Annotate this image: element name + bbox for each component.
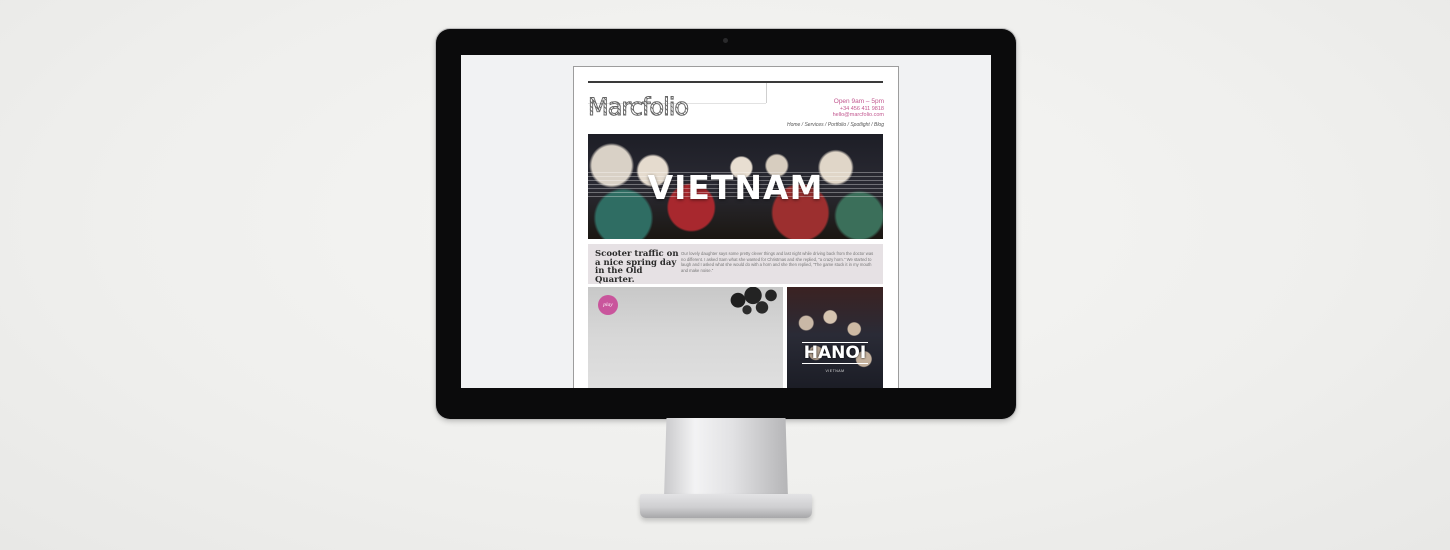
header-divider (766, 83, 767, 103)
hanoi-panel[interactable]: HANOI VIETNAM (787, 287, 883, 388)
caption-title: Scooter traffic on a nice spring day in … (595, 249, 679, 285)
hero-banner[interactable]: VIETNAM (588, 134, 883, 239)
web-page: Marcfolio Open 9am – 5pm +34 456 411 981… (573, 66, 899, 388)
top-rule (588, 81, 883, 83)
main-nav: HomeServicesPortfolioSpotlightBlog (787, 122, 884, 128)
monitor-stand (664, 418, 788, 498)
play-button[interactable]: play (598, 295, 618, 315)
email-link[interactable]: hello@marcfolio.com (833, 112, 884, 119)
nav-spotlight[interactable]: Spotlight (846, 122, 870, 128)
contact-info: Open 9am – 5pm +34 456 411 9818 hello@ma… (833, 98, 884, 119)
site-logo[interactable]: Marcfolio (588, 93, 690, 122)
hero-title: VIETNAM (647, 168, 824, 207)
opening-hours: Open 9am – 5pm (833, 98, 884, 105)
caption-body: Our lovely daughter says some pretty cle… (681, 251, 874, 273)
monitor-base (640, 494, 812, 518)
caption-band: Scooter traffic on a nice spring day in … (588, 244, 883, 284)
nav-services[interactable]: Services (800, 122, 823, 128)
hanoi-title: HANOI (787, 342, 883, 364)
hanoi-title-text: HANOI (801, 342, 869, 364)
video-panel[interactable]: play (588, 287, 783, 388)
tree-silhouette (720, 287, 780, 329)
nav-home[interactable]: Home (787, 122, 800, 128)
monitor: Marcfolio Open 9am – 5pm +34 456 411 981… (436, 29, 1016, 419)
screen: Marcfolio Open 9am – 5pm +34 456 411 981… (461, 55, 991, 388)
nav-blog[interactable]: Blog (870, 122, 884, 128)
hanoi-subtitle: VIETNAM (825, 369, 845, 373)
nav-portfolio[interactable]: Portfolio (824, 122, 847, 128)
camera-icon (723, 38, 728, 43)
